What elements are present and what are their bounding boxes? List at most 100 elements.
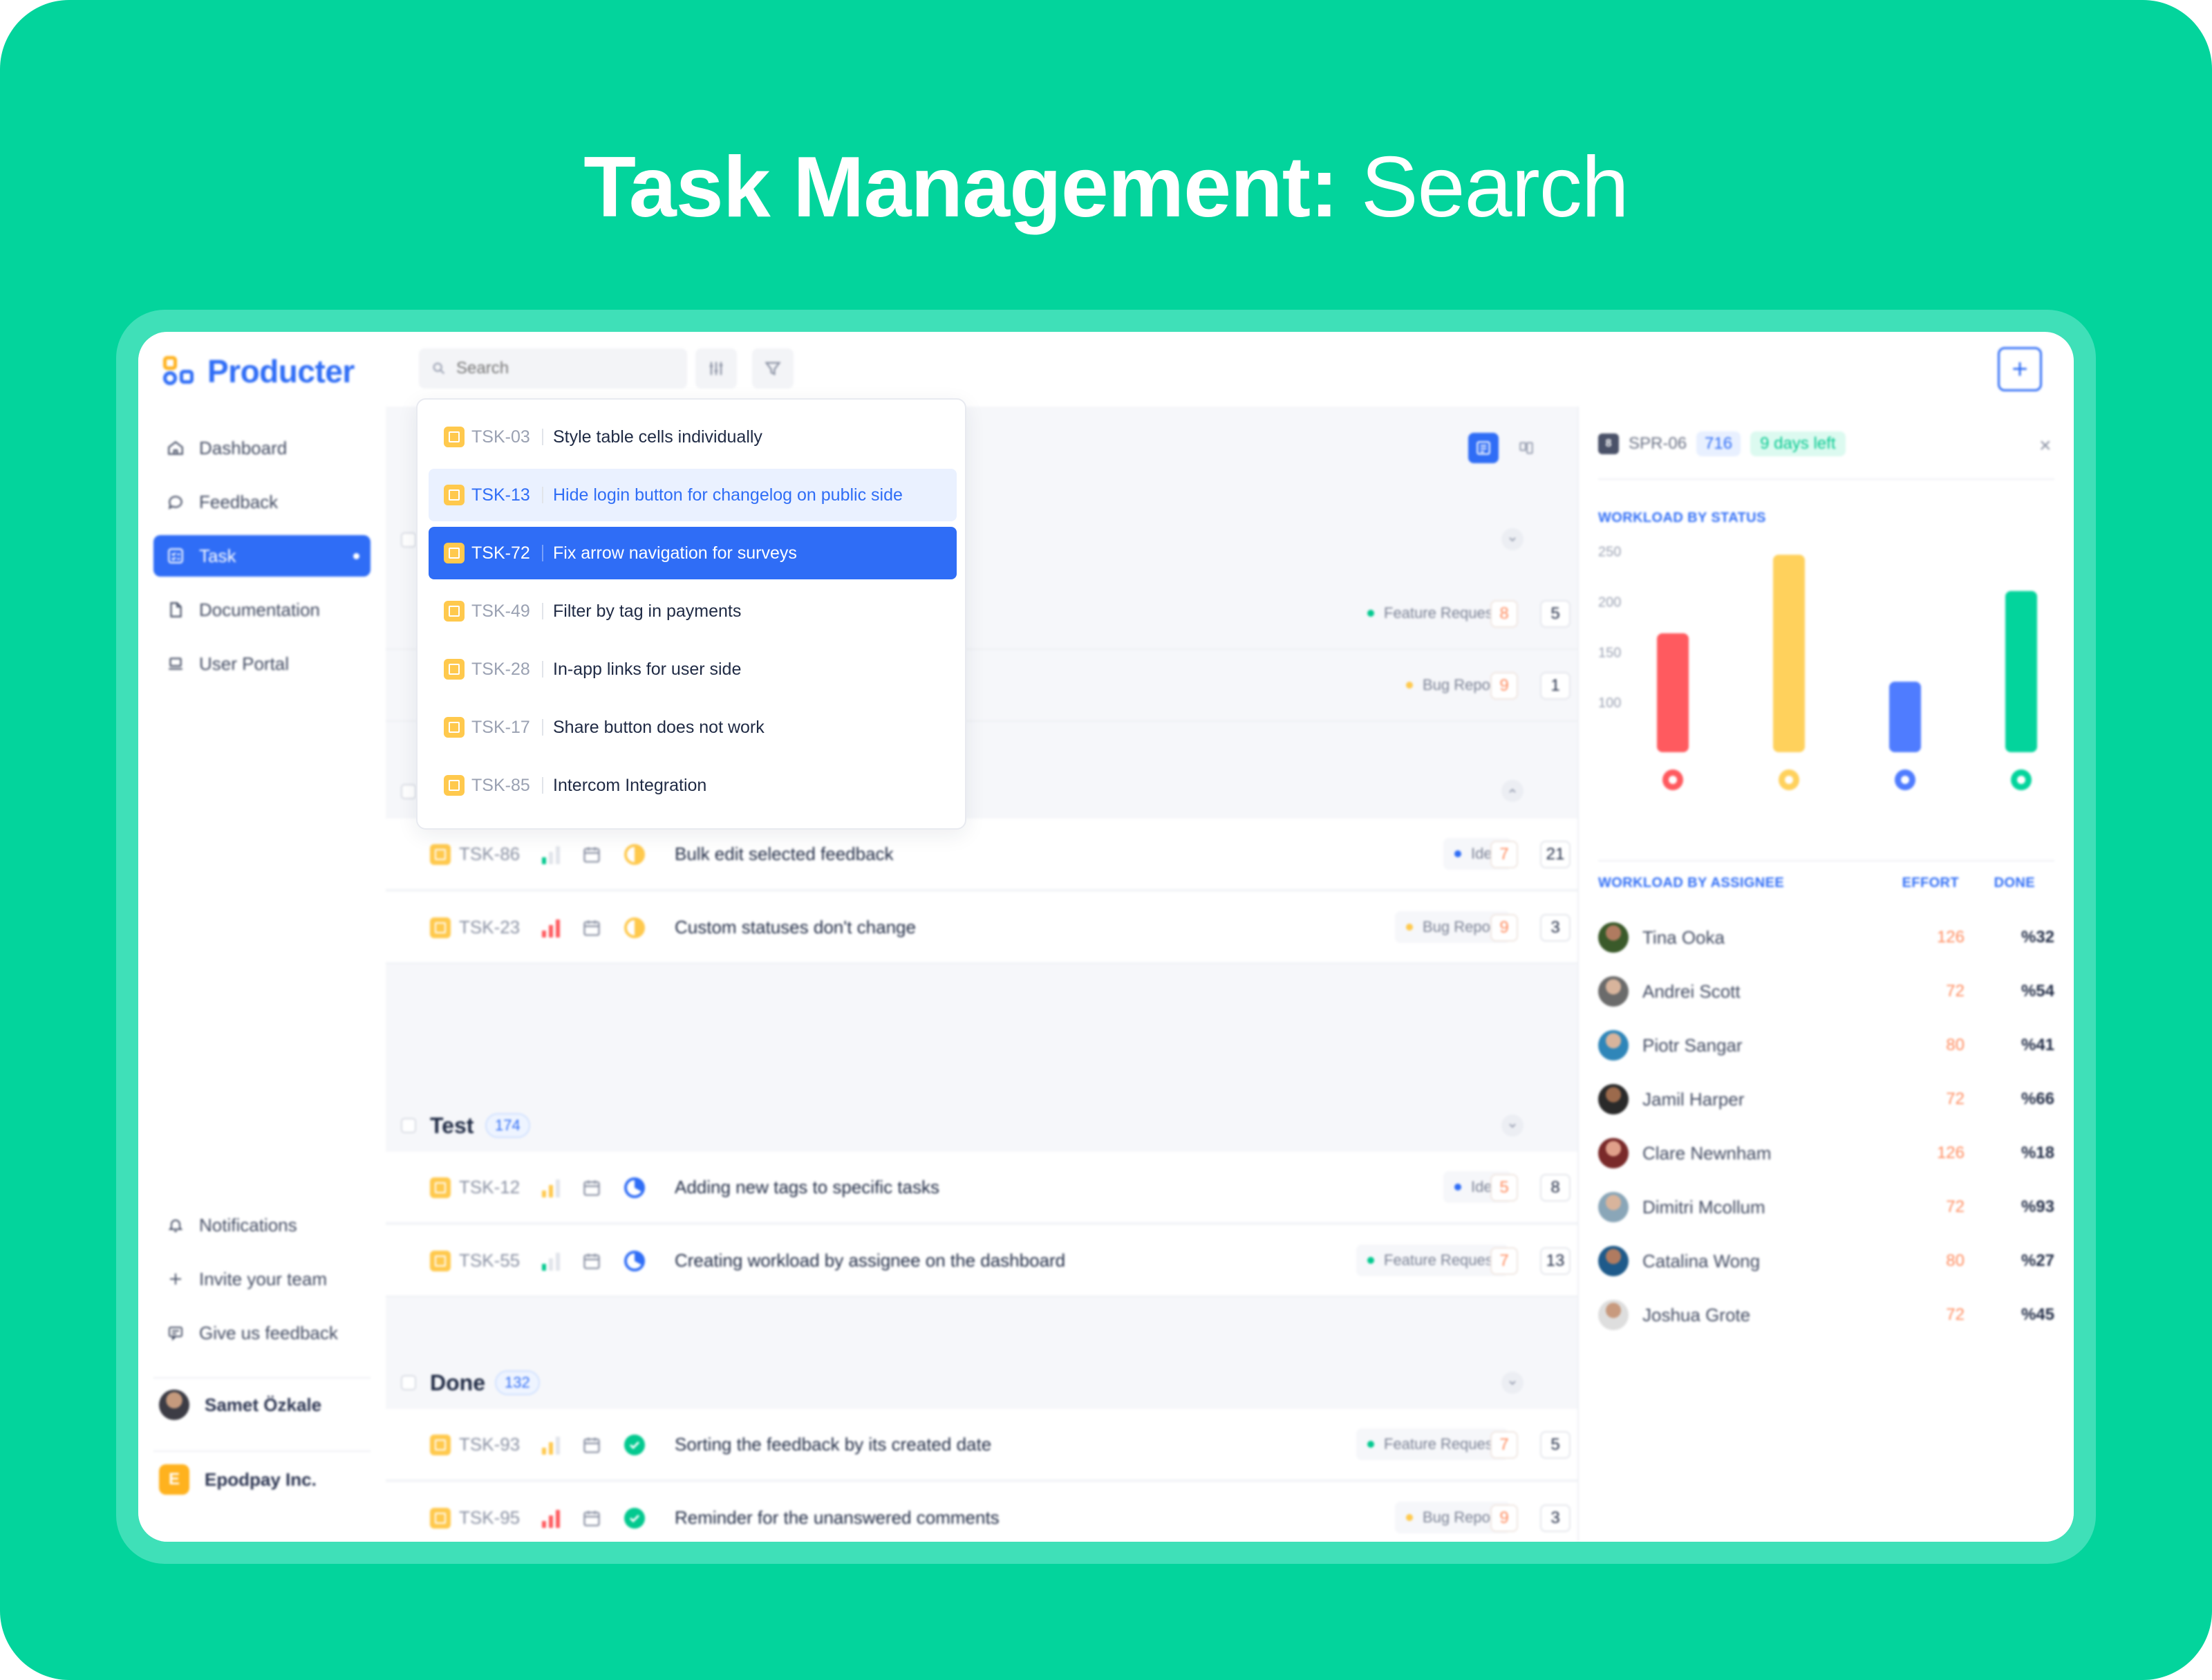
status-icon[interactable] — [624, 1177, 646, 1199]
sidebar-item-give-feedback[interactable]: Give us feedback — [153, 1312, 371, 1354]
chevron-down-icon[interactable] — [1501, 528, 1524, 550]
label-chip[interactable]: Feature Request — [1356, 1244, 1508, 1276]
add-button[interactable]: + — [1998, 347, 2042, 391]
search-result-item[interactable]: TSK-03 Style table cells individually — [429, 411, 957, 463]
divider — [153, 1377, 371, 1379]
chevron-up-icon[interactable] — [1501, 780, 1524, 802]
sidebar-item-notifications[interactable]: Notifications — [153, 1204, 371, 1246]
sidebar-item-label: Dashboard — [199, 437, 288, 458]
workload-chart: 100 150 200 250 — [1598, 545, 2037, 790]
status-bar[interactable] — [2005, 590, 2037, 752]
board-view-toggle[interactable] — [1511, 433, 1541, 463]
table-row[interactable]: TSK-55 Creating workload by assignee on … — [386, 1225, 1620, 1297]
table-row[interactable]: TSK-95 Reminder for the unanswered comme… — [386, 1482, 1620, 1542]
group-count-badge: 174 — [485, 1113, 530, 1138]
task-title[interactable]: Creating workload by assignee on the das… — [675, 1250, 1065, 1271]
chevron-down-icon[interactable] — [1501, 1114, 1524, 1137]
list-view-toggle[interactable] — [1468, 433, 1499, 463]
assignee-done: %66 — [2021, 1090, 2054, 1108]
calendar-icon[interactable] — [582, 1435, 601, 1455]
calendar-icon[interactable] — [582, 918, 601, 937]
task-title[interactable]: Custom statuses don't change — [675, 917, 916, 938]
label-dot — [1406, 924, 1413, 931]
filter-icon — [765, 362, 781, 376]
task-title[interactable]: Reminder for the unanswered comments — [675, 1507, 1000, 1529]
status-icon[interactable] — [624, 1250, 646, 1272]
assignee-row[interactable]: Joshua Grote 72 %45 — [1598, 1294, 2054, 1336]
status-bar[interactable] — [1657, 633, 1689, 752]
task-title[interactable]: Sorting the feedback by its created date — [675, 1434, 991, 1455]
close-icon[interactable]: × — [2039, 434, 2052, 458]
sidebar-item-dashboard[interactable]: Dashboard — [153, 427, 371, 469]
avatar — [159, 1390, 189, 1420]
headline: Task Management: Search — [0, 138, 2212, 236]
headline-light: Search — [1360, 140, 1629, 235]
status-icon[interactable] — [624, 843, 646, 866]
search-result-item[interactable]: TSK-72 Fix arrow navigation for surveys — [429, 527, 957, 579]
search-result-item[interactable]: TSK-49 Filter by tag in payments — [429, 585, 957, 637]
status-marker-center — [1901, 776, 1909, 784]
search-input[interactable] — [456, 359, 664, 378]
result-task-title: Share button does not work — [553, 717, 765, 737]
assignee-done: %45 — [2021, 1305, 2054, 1324]
group-checkbox[interactable] — [401, 1118, 416, 1133]
status-bar[interactable] — [1889, 682, 1921, 752]
task-title[interactable]: Bulk edit selected feedback — [675, 843, 894, 865]
calendar-icon[interactable] — [582, 1251, 601, 1271]
columns-icon — [1519, 442, 1533, 454]
assignee-row[interactable]: Dimitri Mcollum 72 %93 — [1598, 1186, 2054, 1228]
sliders-icon — [709, 362, 723, 375]
table-row[interactable]: TSK-23 Custom statuses don't change Bug … — [386, 892, 1620, 964]
status-bar[interactable] — [1773, 554, 1805, 752]
assignee-row[interactable]: Clare Newnham 126 %18 — [1598, 1132, 2054, 1174]
group-header-test: Test 174 — [386, 1098, 1577, 1153]
brand[interactable]: Producter — [163, 353, 355, 390]
status-marker-center — [2017, 776, 2025, 784]
subtask-count: 8 — [1540, 1174, 1571, 1202]
calendar-icon[interactable] — [582, 1509, 601, 1528]
assignee-row[interactable]: Tina Ooka 126 %32 — [1598, 917, 2054, 958]
calendar-icon[interactable] — [582, 845, 601, 864]
assignee-row[interactable]: Catalina Wong 80 %27 — [1598, 1240, 2054, 1282]
search-result-item[interactable]: TSK-13 Hide login button for changelog o… — [429, 469, 957, 521]
search-results-dropdown: TSK-03 Style table cells individually TS… — [416, 398, 966, 830]
group-checkbox[interactable] — [401, 784, 416, 799]
table-row[interactable]: TSK-93 Sorting the feedback by its creat… — [386, 1409, 1620, 1481]
search-box[interactable] — [419, 348, 687, 389]
effort-badge: 9 — [1490, 672, 1518, 700]
user-profile[interactable]: Samet Özkale — [159, 1390, 321, 1420]
sidebar-item-feedback[interactable]: Feedback — [153, 481, 371, 523]
result-task-id: TSK-03 — [471, 427, 530, 447]
result-task-id: TSK-72 — [471, 543, 530, 563]
assignee-name: Piotr Sangar — [1642, 1034, 1743, 1056]
task-id: TSK-86 — [459, 843, 521, 864]
assignee-row[interactable]: Jamil Harper 72 %66 — [1598, 1079, 2054, 1120]
assignee-row[interactable]: Andrei Scott 72 %54 — [1598, 971, 2054, 1012]
search-result-item[interactable]: TSK-17 Share button does not work — [429, 701, 957, 754]
status-icon[interactable] — [624, 1507, 646, 1529]
group-checkbox[interactable] — [401, 1375, 416, 1390]
label-text: Feature Request — [1384, 604, 1497, 622]
chevron-down-icon[interactable] — [1501, 1372, 1524, 1394]
sidebar-item-invite[interactable]: Invite your team — [153, 1258, 371, 1300]
task-tag-icon — [430, 917, 451, 938]
sidebar-item-task[interactable]: Task — [153, 535, 371, 577]
status-icon[interactable] — [624, 917, 646, 939]
company-switcher[interactable]: E Epodpay Inc. — [159, 1464, 317, 1495]
y-tick-label: 200 — [1598, 595, 1621, 610]
calendar-icon[interactable] — [582, 1178, 601, 1197]
filter-button[interactable] — [752, 348, 794, 389]
label-chip[interactable]: Feature Request — [1356, 1428, 1508, 1460]
table-row[interactable]: TSK-12 Adding new tags to specific tasks… — [386, 1152, 1620, 1224]
assignee-done: %32 — [2021, 928, 2054, 946]
sort-button[interactable] — [695, 348, 737, 389]
sidebar-item-user-portal[interactable]: User Portal — [153, 643, 371, 684]
search-result-item[interactable]: TSK-85 Intercom Integration — [429, 759, 957, 812]
group-checkbox[interactable] — [401, 532, 416, 548]
assignee-effort: 72 — [1946, 1090, 1965, 1108]
assignee-row[interactable]: Piotr Sangar 80 %41 — [1598, 1025, 2054, 1066]
search-result-item[interactable]: TSK-28 In-app links for user side — [429, 643, 957, 696]
task-title[interactable]: Adding new tags to specific tasks — [675, 1177, 939, 1198]
status-icon[interactable] — [624, 1434, 646, 1456]
sidebar-item-documentation[interactable]: Documentation — [153, 589, 371, 631]
